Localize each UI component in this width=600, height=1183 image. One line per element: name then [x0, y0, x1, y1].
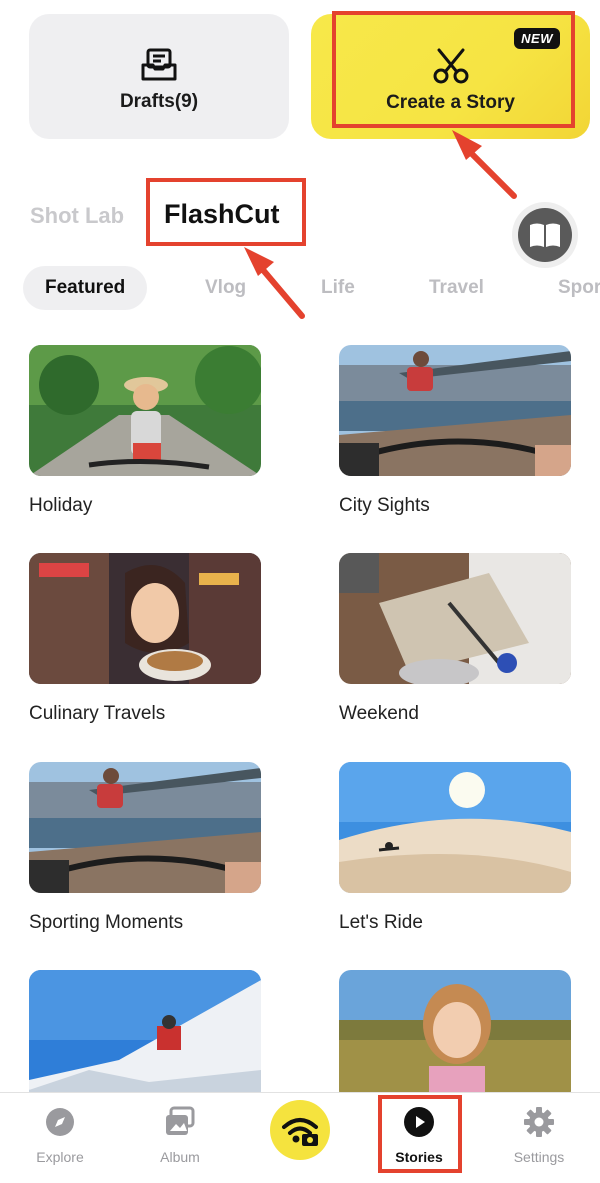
compass-icon	[46, 1108, 74, 1136]
create-story-card[interactable]: NEW Create a Story	[311, 14, 590, 139]
template-thumbnail	[29, 762, 261, 893]
template-thumbnail	[339, 553, 571, 684]
camera-wifi-icon	[282, 1118, 318, 1146]
nav-album-label: Album	[160, 1149, 200, 1165]
template-thumbnail	[29, 553, 261, 684]
template-tile-skiing[interactable]	[29, 970, 261, 1101]
gear-icon	[524, 1107, 554, 1137]
template-tile-weekend[interactable]: Weekend	[339, 553, 571, 725]
nav-stories[interactable]: Stories	[369, 1105, 469, 1165]
template-title: Sporting Moments	[29, 912, 184, 933]
template-thumbnail	[339, 970, 571, 1101]
template-tile-sporting-moments[interactable]: Sporting Moments	[29, 762, 261, 934]
template-title: City Sights	[339, 495, 430, 516]
tab-flashcut[interactable]: FlashCut	[164, 199, 280, 230]
drafts-card[interactable]: Drafts(9)	[29, 14, 289, 139]
nav-album[interactable]: Album	[130, 1105, 230, 1165]
template-title: Weekend	[339, 703, 419, 724]
nav-explore[interactable]: Explore	[10, 1105, 110, 1165]
scissors-icon	[433, 48, 468, 83]
chip-featured[interactable]: Featured	[23, 266, 148, 310]
template-tile-culinary-travels[interactable]: Culinary Travels	[29, 553, 261, 725]
guide-book-button[interactable]	[512, 202, 578, 268]
template-tile-holiday[interactable]: Holiday	[29, 345, 261, 517]
template-title: Let's Ride	[339, 912, 423, 933]
template-tile-lets-ride[interactable]: Let's Ride	[339, 762, 571, 934]
nav-settings[interactable]: Settings	[489, 1105, 589, 1165]
nav-stories-label: Stories	[395, 1149, 443, 1165]
new-badge: NEW	[514, 28, 560, 49]
chip-vlog[interactable]: Vlog	[205, 266, 246, 310]
nav-explore-label: Explore	[36, 1149, 84, 1165]
template-title: Culinary Travels	[29, 703, 166, 724]
template-tile-city-sights[interactable]: City Sights	[339, 345, 571, 517]
template-tile-child[interactable]	[339, 970, 571, 1101]
template-thumbnail	[29, 345, 261, 476]
chip-travel[interactable]: Travel	[429, 266, 484, 310]
category-chips: Featured Vlog Life Travel Spor	[23, 266, 600, 310]
template-thumbnail	[339, 762, 571, 893]
chip-life[interactable]: Life	[321, 266, 355, 310]
arrow-to-create-story	[463, 145, 517, 199]
create-story-label: Create a Story	[386, 91, 515, 113]
tab-shot-lab[interactable]: Shot Lab	[30, 203, 124, 229]
book-icon	[530, 223, 560, 247]
chip-sports[interactable]: Spor	[558, 266, 600, 310]
drafts-label: Drafts(9)	[119, 90, 199, 112]
camera-connect-button[interactable]	[270, 1100, 330, 1160]
nav-settings-label: Settings	[513, 1149, 565, 1165]
template-title: Holiday	[29, 495, 93, 516]
template-thumbnail	[339, 345, 571, 476]
drafts-icon	[141, 48, 177, 80]
album-icon	[166, 1106, 195, 1135]
template-thumbnail	[29, 970, 261, 1101]
play-circle-icon	[404, 1107, 434, 1137]
